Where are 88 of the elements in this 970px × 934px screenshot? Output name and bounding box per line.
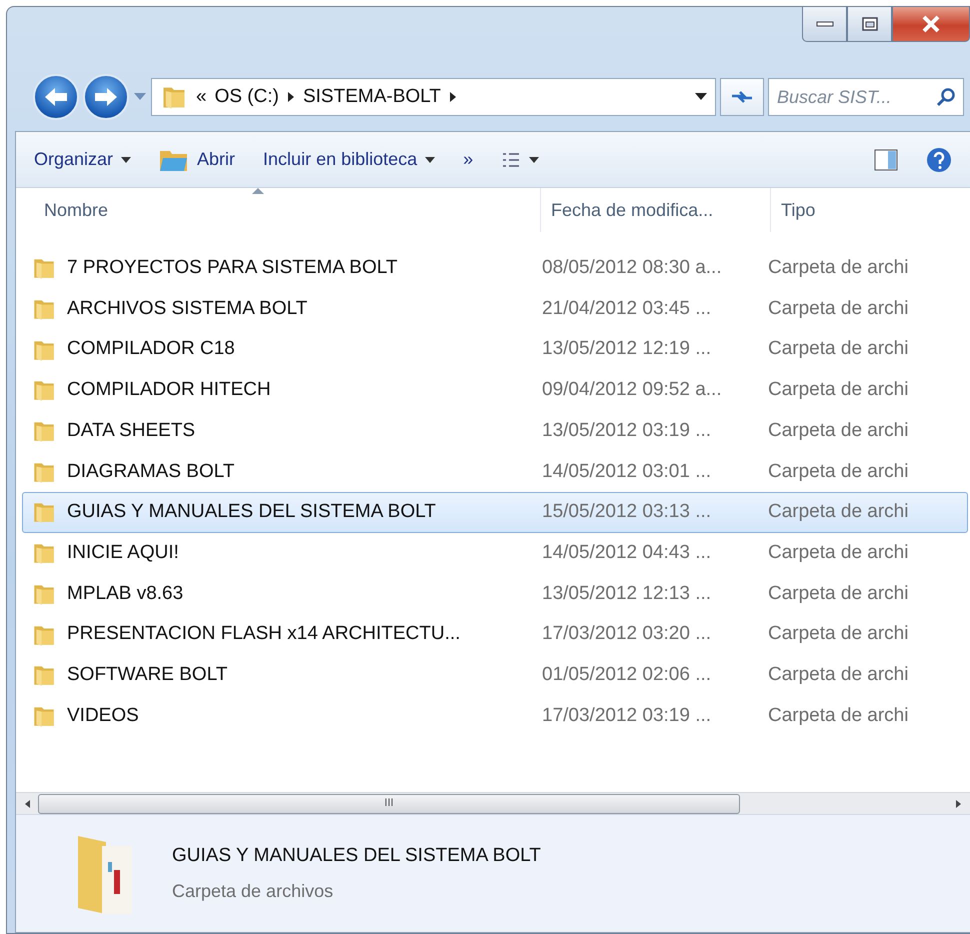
breadcrumb-item[interactable]: SISTEMA-BOLT: [302, 82, 441, 112]
modified-date: 13/05/2012 03:19 ...: [541, 418, 712, 443]
back-arrow-icon: [43, 86, 69, 108]
caret-down-icon: [529, 156, 540, 162]
sort-arrow-icon: [252, 188, 264, 194]
file-type: Carpeta de archi: [768, 704, 910, 728]
breadcrumb-overflow[interactable]: «: [196, 82, 207, 112]
search-icon[interactable]: [936, 87, 956, 107]
file-name: VIDEOS: [67, 704, 139, 728]
more-button[interactable]: »: [463, 146, 474, 173]
file-row[interactable]: 7 PROYECTOS PARA SISTEMA BOLT 08/05/2012 08:30 a... Carpeta de archi: [22, 248, 968, 289]
file-type: Carpeta de archi: [768, 540, 910, 565]
file-type: Carpeta de archi: [768, 256, 910, 280]
file-name: DIAGRAMAS BOLT: [67, 460, 235, 484]
details-name: GUIAS Y MANUALES DEL SISTEMA BOLT: [172, 844, 541, 868]
modified-date: 17/03/2012 03:19 ...: [541, 704, 712, 728]
menu-button[interactable]: Organizar: [34, 146, 132, 173]
close-button[interactable]: [892, 6, 970, 42]
search-field[interactable]: Buscar SIST...: [768, 78, 964, 116]
chevron-right-icon: [286, 91, 295, 103]
file-row[interactable]: MPLAB v8.63 13/05/2012 12:13 ... Carpeta de archi: [22, 574, 968, 614]
list-view-icon: [501, 150, 522, 168]
scrollbar-thumb[interactable]: III: [38, 794, 740, 814]
forward-arrow-icon: [93, 86, 119, 108]
file-type: Carpeta de archi: [768, 622, 910, 646]
file-row[interactable]: ARCHIVOS SISTEMA BOLT 21/04/2012 03:45 ... Carpeta de archi: [22, 288, 968, 330]
chevron-right-icon: [448, 91, 457, 103]
file-type: Carpeta de archi: [768, 296, 910, 321]
file-row[interactable]: INICIE AQUI! 14/05/2012 04:43 ... Carpeta de archi: [22, 532, 968, 574]
file-name: MPLAB v8.63: [67, 582, 184, 606]
details-type: Carpeta de archivos: [172, 880, 334, 904]
back-button[interactable]: [33, 74, 79, 120]
file-name: COMPILADOR C18: [67, 337, 235, 362]
file-name: GUIAS Y MANUALES DEL SISTEMA BOLT: [67, 500, 436, 524]
modified-date: 08/05/2012 08:30 a...: [541, 256, 723, 280]
file-name: INICIE AQUI!: [67, 540, 179, 565]
file-name: ARCHIVOS SISTEMA BOLT: [67, 296, 308, 321]
caret-down-icon: [121, 156, 132, 162]
breadcrumb-item[interactable]: OS (C:): [214, 82, 279, 112]
modified-date: 01/05/2012 02:06 ...: [541, 662, 712, 687]
file-name: COMPILADOR HITECH: [67, 378, 271, 402]
menu-button[interactable]: Incluir en biblioteca: [263, 146, 436, 173]
modified-date: 13/05/2012 12:13 ...: [541, 582, 712, 606]
file-name: DATA SHEETS: [67, 418, 196, 443]
file-row[interactable]: COMPILADOR C18 13/05/2012 12:19 ... Carpeta de archi: [22, 329, 968, 370]
column-header[interactable]: Nombre: [16, 188, 541, 232]
close-icon: [921, 15, 941, 33]
file-row[interactable]: DIAGRAMAS BOLT 14/05/2012 03:01 ... Carpeta de archi: [22, 451, 968, 492]
column-header[interactable]: Tipo: [771, 188, 970, 232]
file-type: Carpeta de archi: [768, 337, 910, 362]
modified-date: 14/05/2012 03:01 ...: [541, 460, 712, 484]
forward-button[interactable]: [83, 74, 129, 120]
maximize-icon: [860, 16, 878, 32]
maximize-button[interactable]: [847, 6, 892, 42]
minimize-icon: [814, 20, 834, 28]
file-row[interactable]: VIDEOS 17/03/2012 03:19 ... Carpeta de archi: [22, 696, 968, 736]
panel-icon: [874, 148, 898, 170]
modified-date: 13/05/2012 12:19 ...: [541, 337, 712, 362]
help-button[interactable]: [926, 146, 952, 172]
file-type: Carpeta de archi: [768, 418, 910, 443]
modified-date: 09/04/2012 09:52 a...: [541, 378, 723, 402]
minimize-button[interactable]: [802, 6, 847, 42]
file-type: Carpeta de archi: [768, 500, 910, 524]
file-type: Carpeta de archi: [768, 378, 910, 402]
file-row[interactable]: COMPILADOR HITECH 09/04/2012 09:52 a... Carpeta de archi: [22, 370, 968, 411]
file-row[interactable]: PRESENTACION FLASH x14 ARCHITECTU... 17/03/2012 03:20 ... Carpeta de archi: [22, 614, 968, 655]
open-button[interactable]: Abrir: [159, 146, 236, 173]
file-type: Carpeta de archi: [768, 582, 910, 606]
address-bar[interactable]: « OS (C:) SISTEMA-BOLT: [151, 78, 716, 116]
modified-date: 17/03/2012 03:20 ...: [541, 622, 712, 646]
modified-date: 15/05/2012 03:13 ...: [541, 500, 712, 524]
view-options-button[interactable]: [501, 150, 540, 168]
refresh-button[interactable]: [720, 78, 764, 116]
file-type: Carpeta de archi: [768, 662, 910, 687]
modified-date: 14/05/2012 04:43 ...: [541, 540, 712, 565]
file-name: 7 PROYECTOS PARA SISTEMA BOLT: [67, 256, 398, 280]
file-name: SOFTWARE BOLT: [67, 662, 228, 687]
column-header[interactable]: Fecha de modifica...: [541, 188, 771, 232]
modified-date: 21/04/2012 03:45 ...: [541, 296, 712, 321]
file-row[interactable]: SOFTWARE BOLT 01/05/2012 02:06 ... Carpeta de archi: [22, 654, 968, 696]
file-row[interactable]: GUIAS Y MANUALES DEL SISTEMA BOLT 15/05/2012 03:13 ... Carpeta de archi: [22, 492, 968, 533]
dropdown-icon[interactable]: [695, 93, 707, 101]
caret-down-icon: [425, 156, 436, 162]
file-name: PRESENTACION FLASH x14 ARCHITECTU...: [67, 622, 460, 646]
file-type: Carpeta de archi: [768, 460, 910, 484]
preview-pane-button[interactable]: [874, 148, 898, 170]
help-icon: [926, 146, 952, 172]
file-row[interactable]: DATA SHEETS 13/05/2012 03:19 ... Carpeta de archi: [22, 410, 968, 452]
